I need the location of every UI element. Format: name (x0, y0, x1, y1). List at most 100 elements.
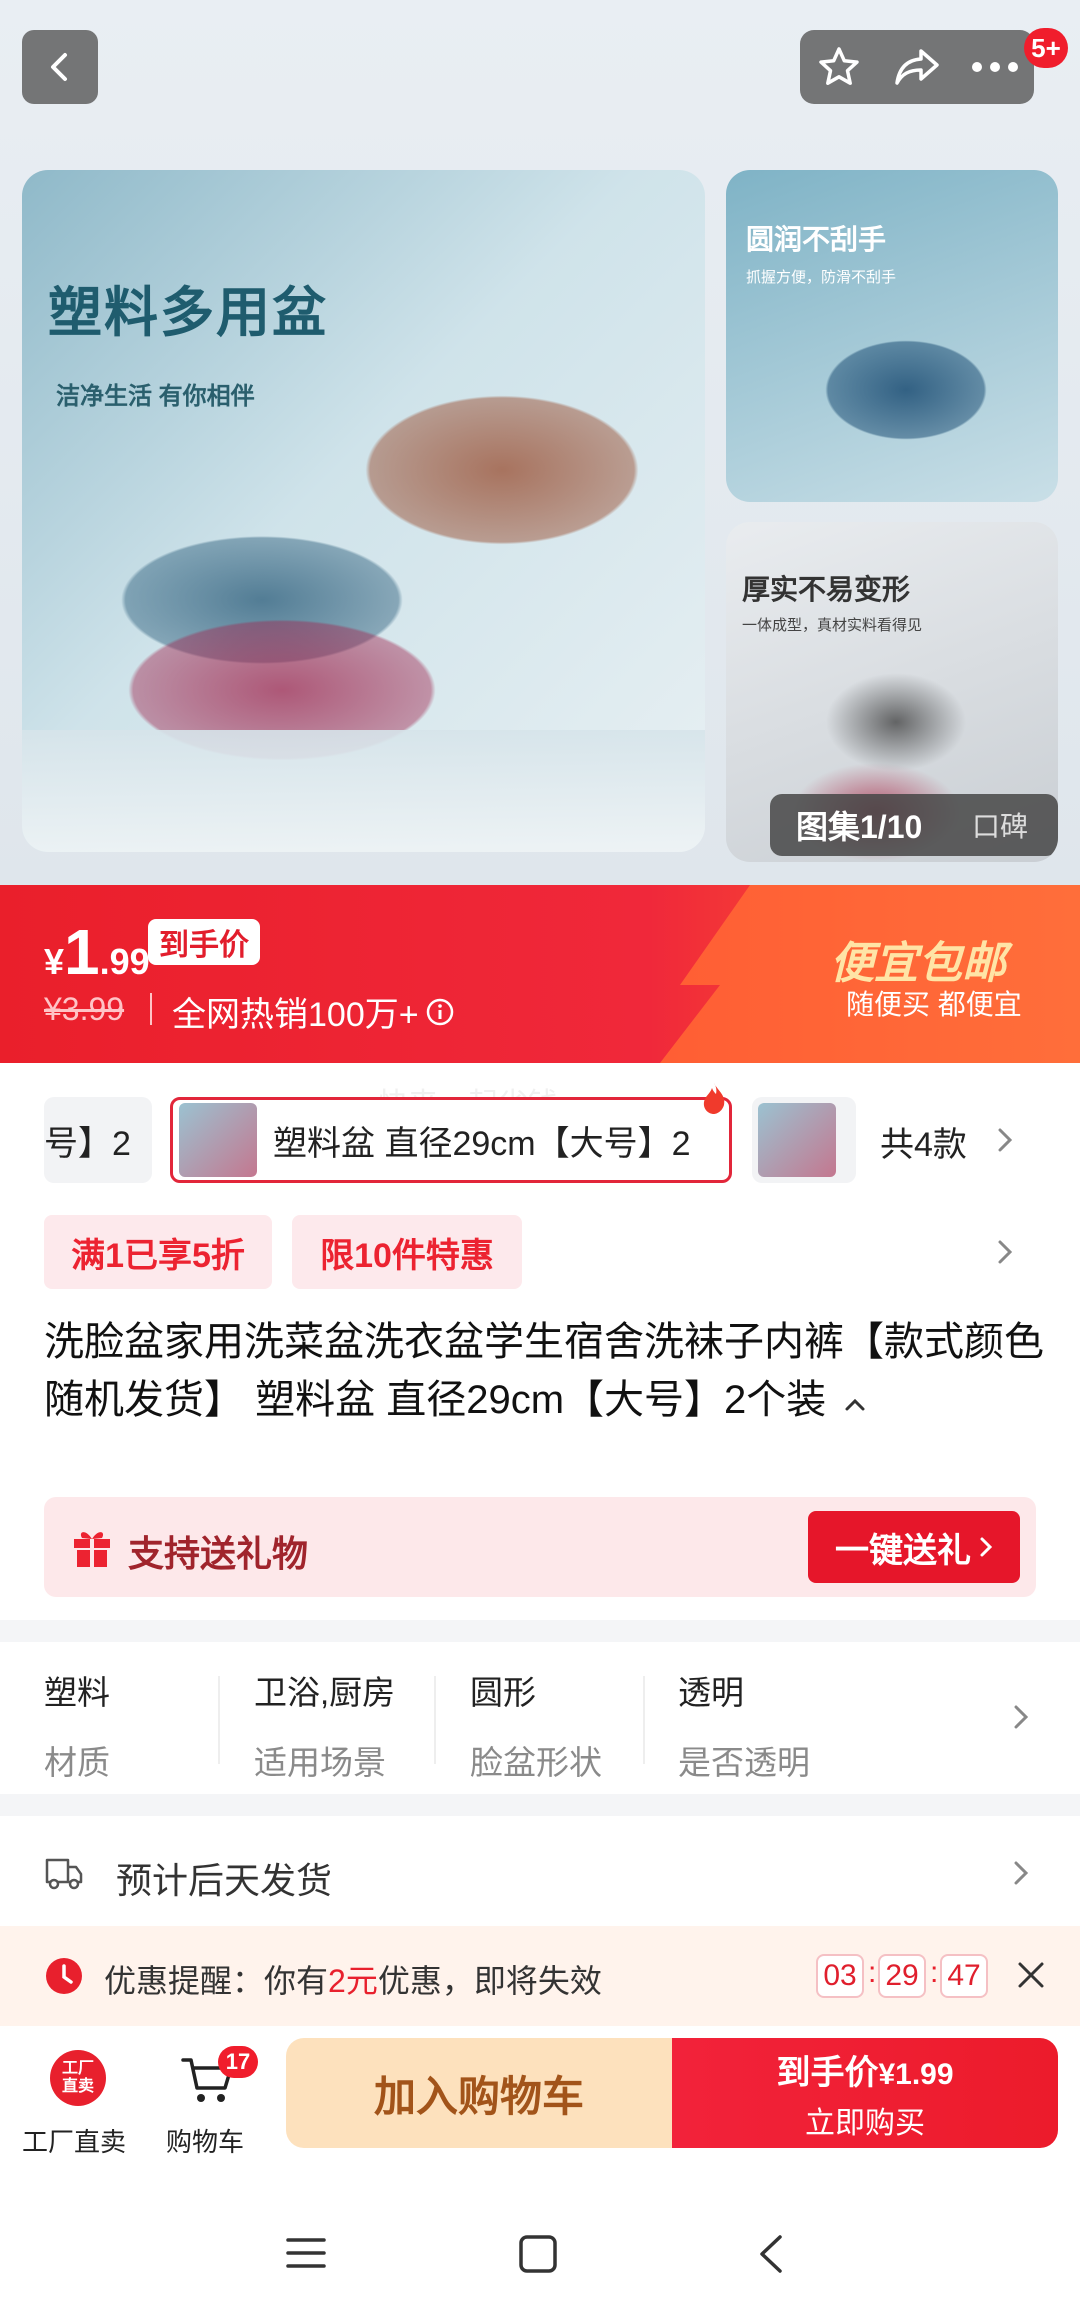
attribute-item: 卫浴,厨房 适用场景 (254, 1666, 395, 1784)
sku-chip-selected-label: 塑料盆 直径29cm【大号】2 (273, 1124, 691, 1163)
attribute-key: 适用场景 (254, 1744, 386, 1781)
sku-total[interactable]: 共4款 (880, 1117, 967, 1166)
collapse-icon[interactable] (843, 1397, 867, 1413)
shipping-text: 预计后天发货 (116, 1860, 333, 1901)
factory-label: 工厂直卖 (22, 2127, 127, 2157)
share-icon (895, 49, 939, 85)
sku-thumb (179, 1103, 257, 1177)
product-gallery[interactable]: 5+ 塑料多用盆 洁净生活 有你相伴 圆润不刮手 抓握方便，防滑不刮手 厚实不易… (0, 0, 1080, 885)
review-tab[interactable]: 口碑 (972, 805, 1028, 845)
promo-subtitle: 随便买 都便宜 (846, 989, 1022, 1020)
price-currency: ¥ (44, 941, 65, 982)
back-nav-icon[interactable] (756, 2234, 786, 2274)
factory-icon: 工厂直卖 (50, 2050, 106, 2106)
side1-subtitle: 抓握方便，防滑不刮手 (746, 269, 897, 286)
side1-title: 圆润不刮手 (746, 224, 887, 255)
star-icon (819, 47, 859, 85)
attribute-divider (218, 1676, 220, 1764)
countdown-minutes: 29 (878, 1954, 926, 1998)
cart-button[interactable]: 17 购物车 (156, 2040, 272, 2160)
coupon-amount: 2元 (328, 1963, 378, 1999)
attribute-key: 脸盆形状 (470, 1744, 602, 1781)
side-image-2[interactable]: 厚实不易变形 一体成型，真材实料看得见 图集1/10 口碑 (726, 522, 1058, 862)
buy-price-label: 到手价 (776, 2053, 879, 2092)
attribute-value: 塑料 (44, 1674, 110, 1711)
close-icon[interactable] (1016, 1960, 1046, 1990)
countdown-separator: : (868, 1956, 877, 1989)
promo-title: 便宜包邮 (830, 939, 1006, 988)
sales-info[interactable]: 全网热销100万+ (172, 987, 455, 1036)
current-price: ¥ 1 .99 (44, 915, 150, 989)
one-click-gift-label: 一键送礼 (835, 1531, 971, 1570)
price-tag: 到手价 (148, 919, 260, 965)
sku-chip-selected[interactable]: 塑料盆 直径29cm【大号】2 (170, 1097, 732, 1183)
promo-chip-limited[interactable]: 限10件特惠 (292, 1215, 522, 1289)
more-icon (972, 62, 1018, 72)
chevron-right-icon (1014, 1861, 1029, 1885)
countdown-seconds: 47 (940, 1954, 988, 1998)
notification-badge: 5+ (1024, 28, 1068, 68)
section-divider (0, 1620, 1080, 1642)
coupon-alert: 优惠提醒：你有2元优惠，即将失效 03 : 29 : 47 (0, 1926, 1080, 2026)
add-to-cart-button[interactable]: 加入购物车 (286, 2038, 672, 2148)
chevron-right-icon (998, 1128, 1013, 1152)
attribute-value: 卫浴,厨房 (254, 1674, 396, 1711)
gift-banner: 支持送礼物 一键送礼 (44, 1497, 1036, 1597)
sku-selector: 号】2 快来一起省钱 塑料盆 直径29cm【大号】2 共4款 (0, 1063, 1080, 1203)
section-divider (0, 1794, 1080, 1816)
chevron-right-icon (1014, 1705, 1029, 1729)
side2-title: 厚实不易变形 (742, 574, 911, 605)
bottom-action-bar: 工厂直卖 工厂直卖 17 购物车 加入购物车 到手价¥1.99 立即购买 (0, 2026, 1080, 2176)
attribute-key: 材质 (44, 1744, 110, 1781)
product-title[interactable]: 洗脸盆家用洗菜盆洗衣盆学生宿舍洗袜子内裤【款式颜色随机发货】 塑料盆 直径29c… (44, 1313, 1044, 1429)
sales-text: 全网热销100万+ (172, 996, 419, 1034)
gallery-counter-bar[interactable]: 图集1/10 口碑 (770, 794, 1058, 856)
cart-count-badge: 17 (218, 2046, 258, 2078)
sku-chip-next[interactable] (752, 1097, 856, 1183)
buy-now-label: 立即购买 (805, 2106, 925, 2140)
attribute-item: 圆形 脸盆形状 (470, 1666, 602, 1784)
price-decimal: .99 (99, 941, 150, 982)
sku-chip-prev-label: 号】2 (44, 1124, 131, 1163)
factory-store-button[interactable]: 工厂直卖 工厂直卖 (14, 2040, 140, 2160)
coupon-alert-suffix: 优惠，即将失效 (377, 1963, 602, 1999)
sku-thumb-next (758, 1103, 836, 1177)
buy-now-button[interactable]: 到手价¥1.99 立即购买 (672, 2038, 1058, 2148)
attributes-row[interactable]: 塑料 材质 卫浴,厨房 适用场景 圆形 脸盆形状 透明 是否透明 (0, 1642, 1080, 1794)
share-button[interactable] (878, 45, 956, 89)
cart-label: 购物车 (166, 2127, 245, 2157)
menu-icon[interactable] (286, 2236, 326, 2270)
top-actions (800, 30, 1034, 104)
coupon-alert-prefix: 优惠提醒：你有 (104, 1963, 329, 1999)
back-icon (51, 53, 67, 81)
attribute-value: 透明 (678, 1674, 744, 1711)
flame-icon (703, 1083, 725, 1114)
countdown-hours: 03 (816, 1954, 864, 1998)
original-price: ¥3.99 (44, 991, 125, 1027)
price-integer: 1 (64, 916, 100, 988)
favorite-button[interactable] (800, 44, 878, 90)
gift-label: 支持送礼物 (128, 1533, 309, 1574)
shipping-row[interactable]: 预计后天发货 (0, 1816, 1080, 1926)
attribute-item: 塑料 材质 (44, 1666, 110, 1784)
truck-icon (45, 1858, 83, 1890)
promo-row[interactable]: 满1已享5折 限10件特惠 (0, 1203, 1080, 1303)
gift-icon (74, 1532, 110, 1567)
product-title-text: 洗脸盆家用洗菜盆洗衣盆学生宿舍洗袜子内裤【款式颜色随机发货】 塑料盆 直径29c… (44, 1320, 1044, 1422)
side-image-1[interactable]: 圆润不刮手 抓握方便，防滑不刮手 (726, 170, 1058, 502)
attribute-divider (434, 1676, 436, 1764)
more-button[interactable] (956, 61, 1034, 73)
back-button[interactable] (22, 30, 98, 104)
promo-chip-discount[interactable]: 满1已享5折 (44, 1215, 272, 1289)
buy-price-line: 到手价¥1.99 (776, 2045, 953, 2094)
chevron-right-icon (998, 1240, 1013, 1264)
main-product-image[interactable]: 塑料多用盆 洁净生活 有你相伴 (22, 170, 705, 852)
home-icon[interactable] (518, 2234, 558, 2274)
attribute-item: 透明 是否透明 (678, 1666, 810, 1784)
countdown-separator: : (930, 1956, 939, 1989)
main-image-title: 塑料多用盆 (48, 283, 328, 343)
coupon-alert-text: 优惠提醒：你有2元优惠，即将失效 (104, 1956, 602, 2002)
sku-chip-prev[interactable]: 号】2 (44, 1097, 152, 1183)
info-icon (426, 998, 453, 1025)
one-click-gift-button[interactable]: 一键送礼 (808, 1511, 1020, 1583)
